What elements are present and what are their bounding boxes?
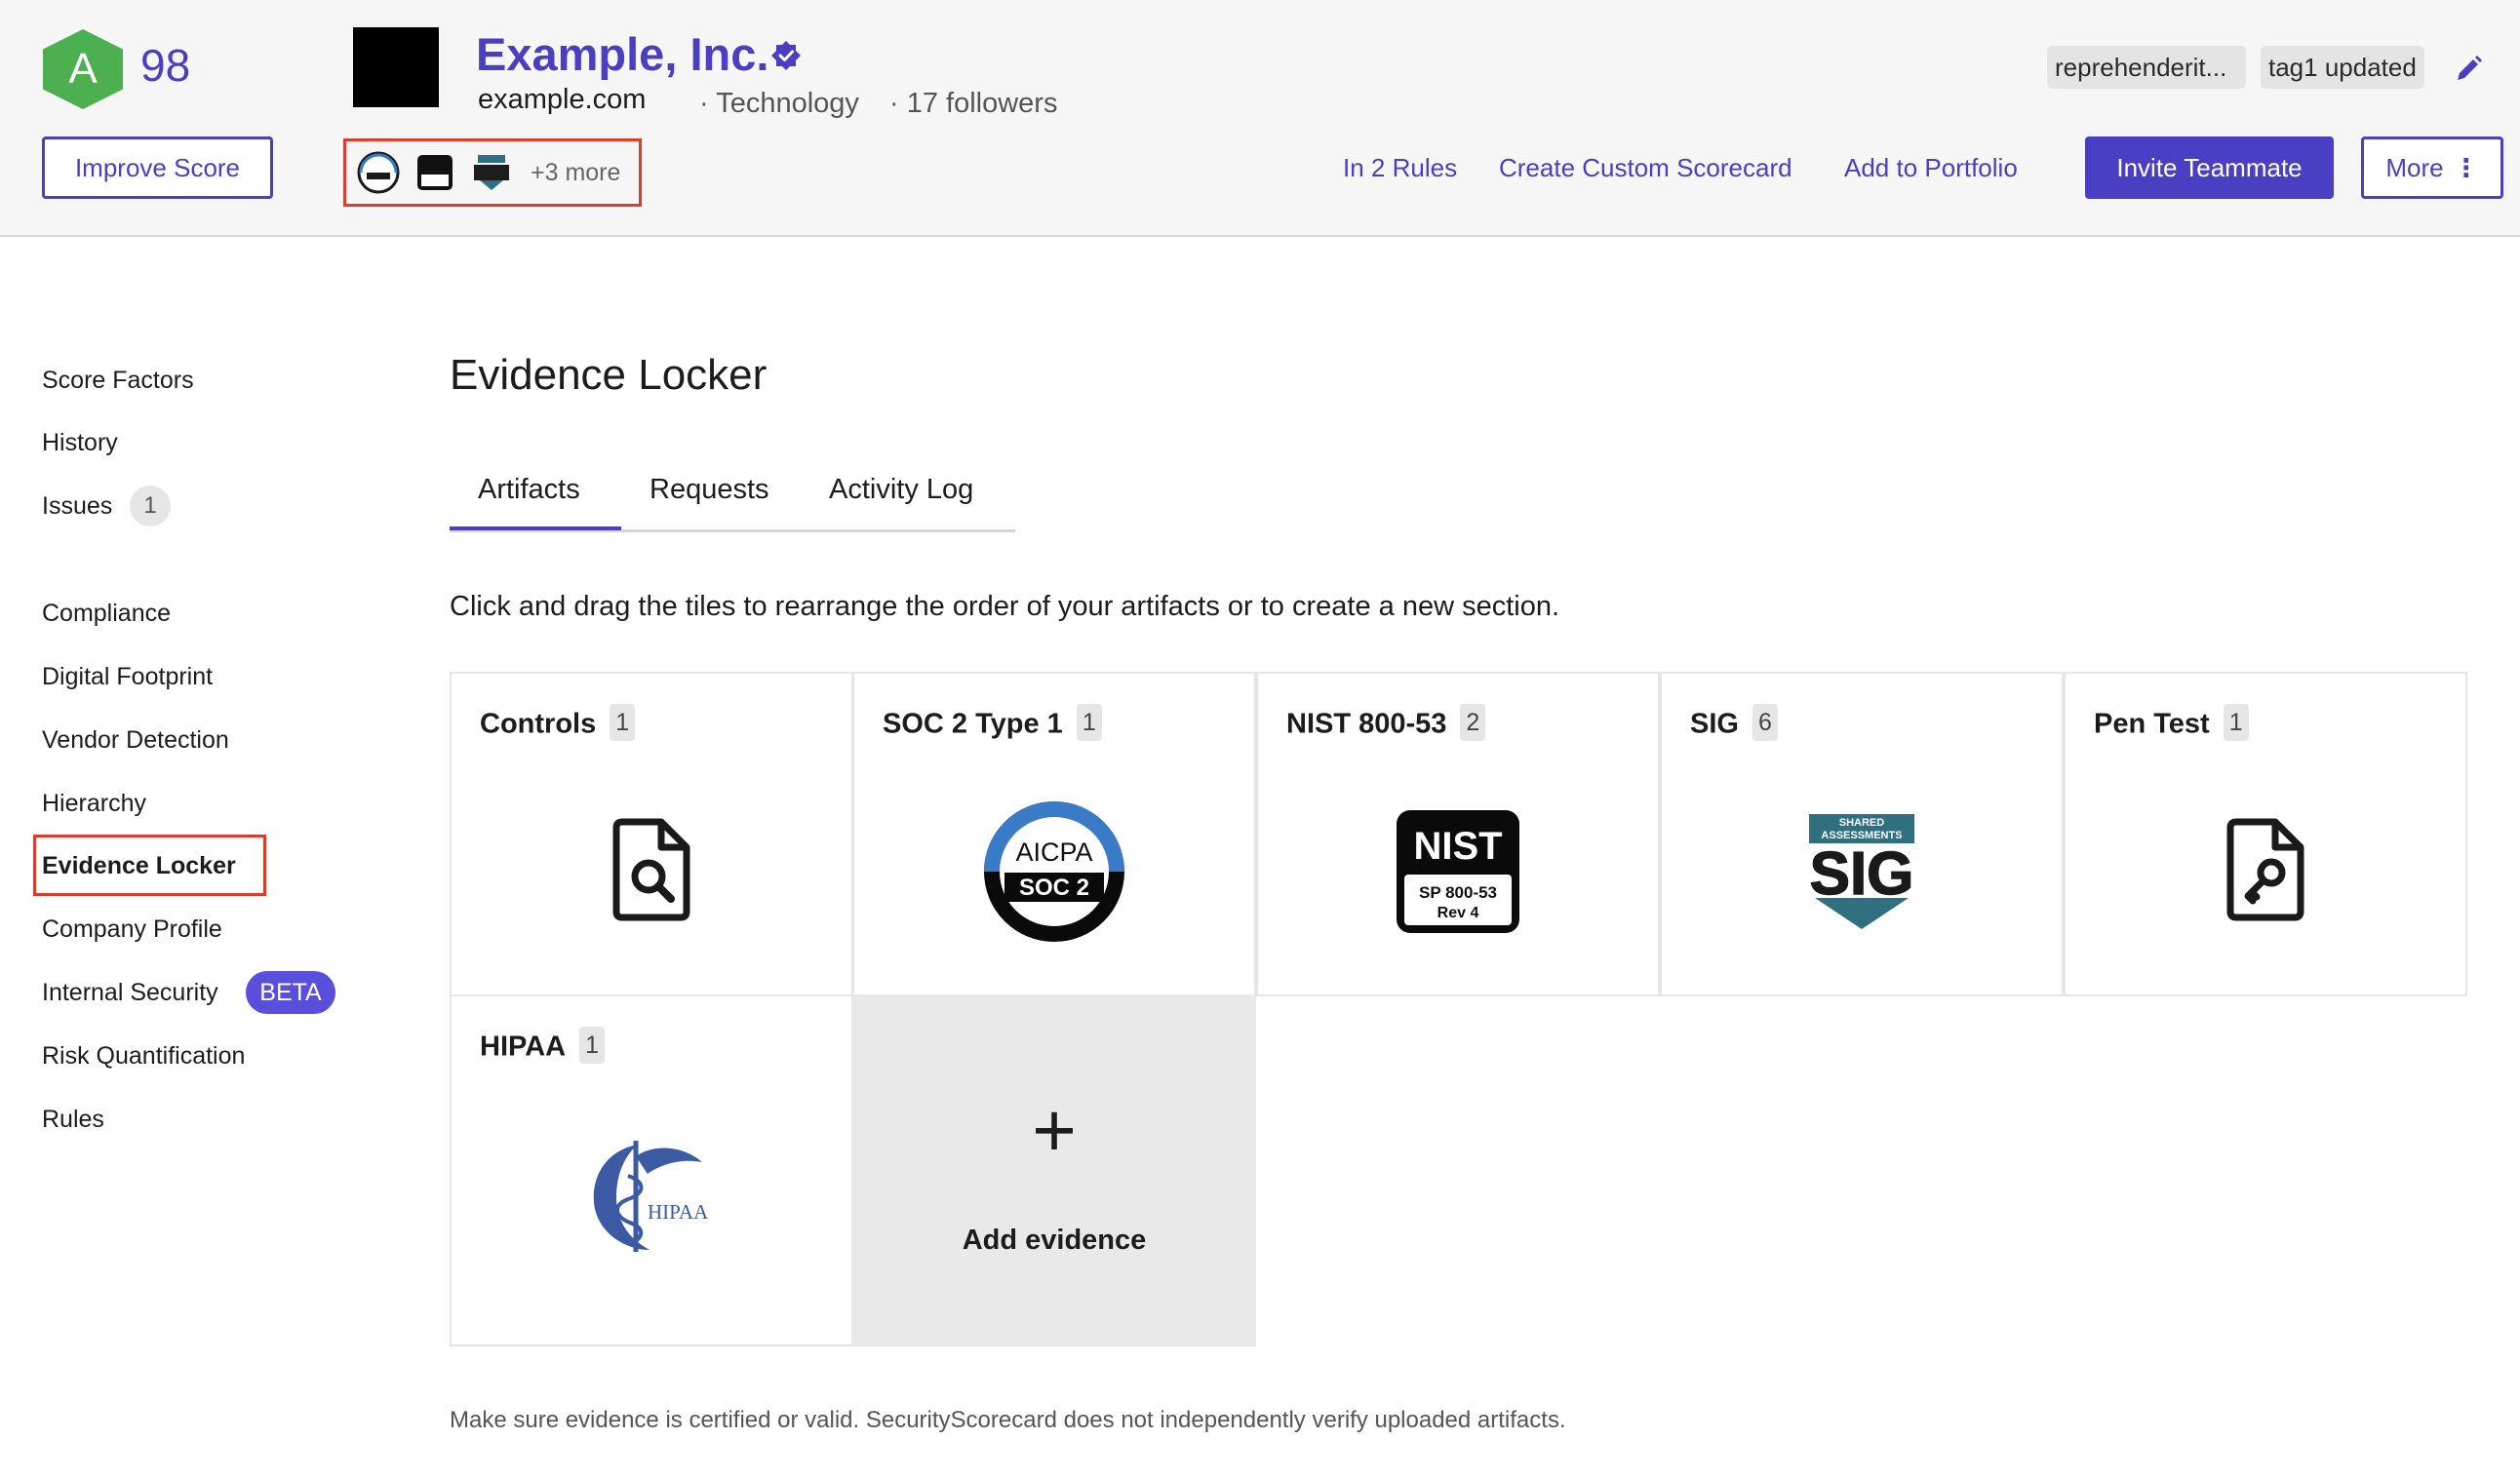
aicpa-text: AICPA bbox=[1015, 837, 1092, 867]
nist-mini-icon bbox=[413, 151, 456, 194]
verified-icon bbox=[771, 41, 801, 70]
company-domain: example.com bbox=[478, 84, 647, 115]
hipaa-logo: HIPAA bbox=[452, 1137, 851, 1254]
sig-logo: SHARED ASSESSMENTS SIG bbox=[1662, 812, 2062, 931]
tab-requests[interactable]: Requests bbox=[650, 474, 769, 506]
tile-title-text: HIPAA bbox=[480, 1031, 567, 1063]
tab-activity-log[interactable]: Activity Log bbox=[829, 474, 973, 506]
tile-count-badge: 1 bbox=[579, 1027, 605, 1064]
improve-score-button[interactable]: Improve Score bbox=[42, 136, 273, 199]
tile-title: Pen Test 1 bbox=[2094, 704, 2249, 744]
artifact-tile-sig[interactable]: SIG 6 SHARED ASSESSMENTS SIG bbox=[1660, 672, 2064, 996]
disclaimer-text: Make sure evidence is certified or valid… bbox=[450, 1407, 1566, 1433]
nist-logo: NIST SP 800-53 Rev 4 bbox=[1258, 808, 1658, 935]
nist-sub2-text: Rev 4 bbox=[1437, 905, 1479, 921]
artifact-tile-hipaa[interactable]: HIPAA 1 HIPAA bbox=[450, 994, 853, 1346]
sig-mini-icon bbox=[470, 151, 513, 194]
tab-bar: Artifacts Requests Activity Log bbox=[450, 472, 1015, 532]
more-button-label: More bbox=[2385, 152, 2444, 182]
kebab-icon: ⋮ bbox=[2453, 152, 2479, 182]
add-to-portfolio-link[interactable]: Add to Portfolio bbox=[1844, 153, 2018, 183]
tile-title-text: NIST 800-53 bbox=[1286, 708, 1447, 740]
tile-title: HIPAA 1 bbox=[480, 1027, 605, 1067]
tile-title-text: SOC 2 Type 1 bbox=[883, 708, 1063, 740]
sidebar-item-hierarchy[interactable]: Hierarchy bbox=[42, 790, 146, 818]
sidebar-item-issues[interactable]: Issues bbox=[42, 492, 112, 521]
hipaa-text: HIPAA bbox=[648, 1200, 709, 1224]
tile-count-badge: 6 bbox=[1752, 704, 1778, 741]
sidebar-item-internal-security[interactable]: Internal Security bbox=[42, 979, 218, 1007]
artifact-tile-controls[interactable]: Controls 1 bbox=[450, 672, 853, 996]
sidebar-item-vendor-detection[interactable]: Vendor Detection bbox=[42, 726, 229, 755]
tile-count-badge: 1 bbox=[1076, 704, 1102, 741]
issues-count-badge: 1 bbox=[130, 486, 171, 526]
tag-chip[interactable]: tag1 updated bbox=[2261, 46, 2424, 89]
more-button[interactable]: More ⋮ bbox=[2361, 136, 2503, 199]
sidebar-item-rules[interactable]: Rules bbox=[42, 1106, 104, 1134]
sig-text: SIG bbox=[1810, 840, 1914, 908]
active-tab-indicator bbox=[450, 526, 621, 530]
sidebar-item-compliance[interactable]: Compliance bbox=[42, 600, 171, 628]
more-badges-link[interactable]: +3 more bbox=[531, 159, 620, 187]
nist-sub1-text: SP 800-53 bbox=[1419, 883, 1497, 902]
beta-badge: BETA bbox=[246, 971, 335, 1014]
aicpa-soc2-mini-icon bbox=[357, 151, 400, 194]
edit-tags-icon[interactable] bbox=[2452, 53, 2485, 86]
file-key-icon bbox=[2066, 818, 2465, 921]
tag-chip[interactable]: reprehenderit... bbox=[2047, 46, 2246, 89]
company-logo bbox=[353, 27, 439, 107]
sidebar-item-evidence-locker[interactable]: Evidence Locker bbox=[42, 852, 236, 880]
aicpa-soc2-logo: AICPA SOC 2 bbox=[854, 798, 1254, 945]
company-header: A 98 Improve Score Example, Inc. example… bbox=[0, 0, 2520, 237]
add-evidence-label: Add evidence bbox=[962, 1225, 1147, 1256]
tile-title: Controls 1 bbox=[480, 704, 636, 744]
create-scorecard-link[interactable]: Create Custom Scorecard bbox=[1499, 153, 1792, 183]
company-industry: · Technology bbox=[699, 88, 859, 119]
tile-title-text: Controls bbox=[480, 708, 597, 740]
plus-icon: + bbox=[1032, 1087, 1077, 1173]
add-evidence-tile[interactable]: + Add evidence bbox=[852, 994, 1256, 1346]
soc2-text: SOC 2 bbox=[1019, 875, 1089, 901]
tab-artifacts[interactable]: Artifacts bbox=[478, 474, 580, 506]
sidebar-item-company-profile[interactable]: Company Profile bbox=[42, 915, 222, 944]
tile-count-badge: 1 bbox=[2223, 704, 2249, 741]
rules-link[interactable]: In 2 Rules bbox=[1343, 153, 1457, 183]
file-search-icon bbox=[452, 818, 851, 921]
nist-text: NIST bbox=[1413, 825, 1502, 868]
followers-count[interactable]: · 17 followers bbox=[889, 88, 1057, 120]
page-title: Evidence Locker bbox=[450, 351, 768, 399]
sig-top1-text: SHARED bbox=[1839, 817, 1885, 829]
artifact-tile-soc2[interactable]: SOC 2 Type 1 1 AICPA SOC 2 bbox=[852, 672, 1256, 996]
tile-count-badge: 2 bbox=[1460, 704, 1486, 741]
tile-title: SIG 6 bbox=[1690, 704, 1778, 744]
sidebar-item-risk-quantification[interactable]: Risk Quantification bbox=[42, 1042, 245, 1071]
artifact-tile-nist[interactable]: NIST 800-53 2 NIST SP 800-53 Rev 4 bbox=[1256, 672, 1660, 996]
instructions-text: Click and drag the tiles to rearrange th… bbox=[450, 591, 1560, 622]
grade-badge: A bbox=[43, 29, 123, 109]
artifact-tile-pen-test[interactable]: Pen Test 1 bbox=[2064, 672, 2467, 996]
tile-count-badge: 1 bbox=[610, 704, 636, 741]
tile-title: NIST 800-53 2 bbox=[1286, 704, 1486, 744]
sidebar-item-digital-footprint[interactable]: Digital Footprint bbox=[42, 663, 213, 691]
score-value: 98 bbox=[140, 40, 191, 91]
sidebar-item-score-factors[interactable]: Score Factors bbox=[42, 367, 194, 395]
compliance-badges[interactable]: +3 more bbox=[343, 138, 642, 207]
tile-title: SOC 2 Type 1 1 bbox=[883, 704, 1102, 744]
sidebar-item-history[interactable]: History bbox=[42, 429, 118, 457]
tile-title-text: Pen Test bbox=[2094, 708, 2210, 740]
company-name[interactable]: Example, Inc. bbox=[476, 27, 768, 81]
tile-title-text: SIG bbox=[1690, 708, 1739, 740]
invite-teammate-button[interactable]: Invite Teammate bbox=[2085, 136, 2334, 199]
